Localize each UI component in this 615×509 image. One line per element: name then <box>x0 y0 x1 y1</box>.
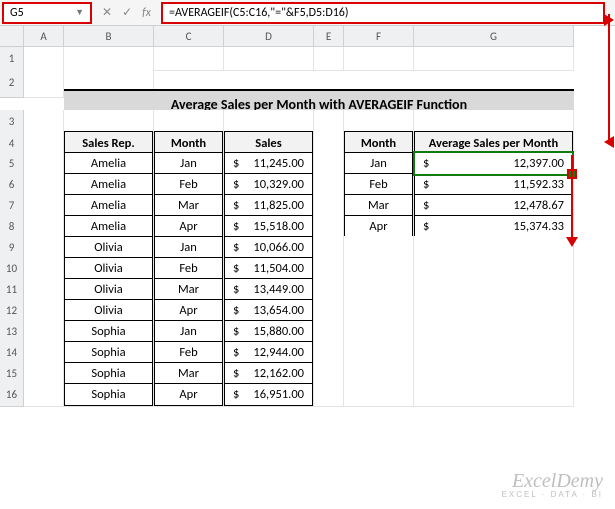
table1-month: Mar <box>154 362 223 385</box>
table1-rep: Sophia <box>64 383 153 406</box>
table1-month: Apr <box>154 383 223 406</box>
row-header-2[interactable]: 2 <box>0 68 24 98</box>
table1-rep: Olivia <box>64 278 153 301</box>
table1-month: Jan <box>154 236 223 259</box>
grid-cell[interactable] <box>414 47 574 71</box>
grid-cell[interactable]: $16,951.00 <box>224 383 314 407</box>
table1-rep: Sophia <box>64 320 153 343</box>
fx-icon[interactable]: fx <box>142 6 151 20</box>
table2-month: Feb <box>344 173 413 196</box>
table1-sales: $16,951.00 <box>224 383 313 406</box>
formula-bar: G5 ▼ ✕ ✓ fx =AVERAGEIF(C5:C16,"="&F5,D5:… <box>0 0 615 26</box>
table2-avg[interactable]: $12,397.00 <box>414 152 573 175</box>
table1-month: Jan <box>154 152 223 175</box>
grid-cell[interactable] <box>24 68 64 98</box>
grid-cell[interactable]: $12,397.00 <box>414 152 574 176</box>
chevron-down-icon[interactable]: ▼ <box>75 7 84 18</box>
table1-rep: Sophia <box>64 362 153 385</box>
table1-sales: $11,825.00 <box>224 194 313 217</box>
accept-icon[interactable]: ✓ <box>122 5 132 20</box>
grid-cell[interactable] <box>414 383 574 407</box>
watermark-tag: EXCEL · DATA · BI <box>502 491 603 499</box>
name-box-value: G5 <box>10 6 24 20</box>
column-header-D[interactable]: D <box>224 26 314 47</box>
table2-avg[interactable]: $12,478.67 <box>414 194 573 217</box>
formula-controls: ✕ ✓ fx <box>92 5 161 20</box>
table1-sales: $10,066.00 <box>224 236 313 259</box>
watermark-brand: ExcelDemy <box>502 471 603 491</box>
row-header-16[interactable]: 16 <box>0 383 24 407</box>
table1-rep: Olivia <box>64 236 153 259</box>
grid-cell[interactable] <box>314 47 344 71</box>
table2-avg[interactable]: $15,374.33 <box>414 215 573 238</box>
table1-rep: Amelia <box>64 152 153 175</box>
grid-cell[interactable] <box>314 383 344 407</box>
column-header-F[interactable]: F <box>344 26 414 47</box>
table2-month: Mar <box>344 194 413 217</box>
table1-sales: $12,944.00 <box>224 341 313 364</box>
table1-month: Mar <box>154 194 223 217</box>
table1-month: Apr <box>154 215 223 238</box>
grid-cell[interactable]: Apr <box>154 383 224 407</box>
column-header-E[interactable]: E <box>314 26 344 47</box>
grid-cell[interactable] <box>344 383 414 407</box>
formula-text: =AVERAGEIF(C5:C16,"="&F5,D5:D16) <box>169 6 349 20</box>
spreadsheet-grid[interactable]: ABCDEFG12Average Sales per Month with AV… <box>0 26 615 404</box>
annotation-line <box>608 14 610 143</box>
cancel-icon[interactable]: ✕ <box>102 5 112 20</box>
table2-avg[interactable]: $11,592.33 <box>414 173 573 196</box>
table1-sales: $10,329.00 <box>224 173 313 196</box>
select-all-corner[interactable] <box>0 26 24 47</box>
table1-rep: Olivia <box>64 257 153 280</box>
column-header-B[interactable]: B <box>64 26 154 47</box>
table1-rep: Olivia <box>64 299 153 322</box>
table1-sales: $11,245.00 <box>224 152 313 175</box>
grid-cell[interactable] <box>344 47 414 71</box>
annotation-arrow-icon <box>604 136 614 148</box>
table1-rep: Amelia <box>64 194 153 217</box>
table1-month: Feb <box>154 257 223 280</box>
watermark: ExcelDemy EXCEL · DATA · BI <box>502 471 603 499</box>
column-header-G[interactable]: G <box>414 26 574 47</box>
table1-sales: $13,654.00 <box>224 299 313 322</box>
table1-rep: Amelia <box>64 215 153 238</box>
table1-sales: $15,518.00 <box>224 215 313 238</box>
formula-input[interactable]: =AVERAGEIF(C5:C16,"="&F5,D5:D16) <box>161 2 605 24</box>
table2-month: Apr <box>344 215 413 238</box>
table1-month: Feb <box>154 173 223 196</box>
name-box[interactable]: G5 ▼ <box>2 2 92 24</box>
grid-cell[interactable] <box>224 47 314 71</box>
grid-cell[interactable] <box>24 383 64 407</box>
annotation-arrow-icon <box>566 237 578 247</box>
column-header-C[interactable]: C <box>154 26 224 47</box>
table1-month: Jan <box>154 320 223 343</box>
table2-month: Jan <box>344 152 413 175</box>
table1-sales: $15,880.00 <box>224 320 313 343</box>
grid-cell[interactable] <box>154 47 224 71</box>
table1-sales: $12,162.00 <box>224 362 313 385</box>
table1-sales: $13,449.00 <box>224 278 313 301</box>
grid-cell[interactable]: Sophia <box>64 383 154 407</box>
annotation-arrow-icon <box>604 14 614 26</box>
annotation-line <box>571 155 573 240</box>
table1-rep: Sophia <box>64 341 153 364</box>
table1-month: Feb <box>154 341 223 364</box>
table1-month: Mar <box>154 278 223 301</box>
table1-rep: Amelia <box>64 173 153 196</box>
table1-sales: $11,504.00 <box>224 257 313 280</box>
column-header-A[interactable]: A <box>24 26 64 47</box>
table1-month: Apr <box>154 299 223 322</box>
